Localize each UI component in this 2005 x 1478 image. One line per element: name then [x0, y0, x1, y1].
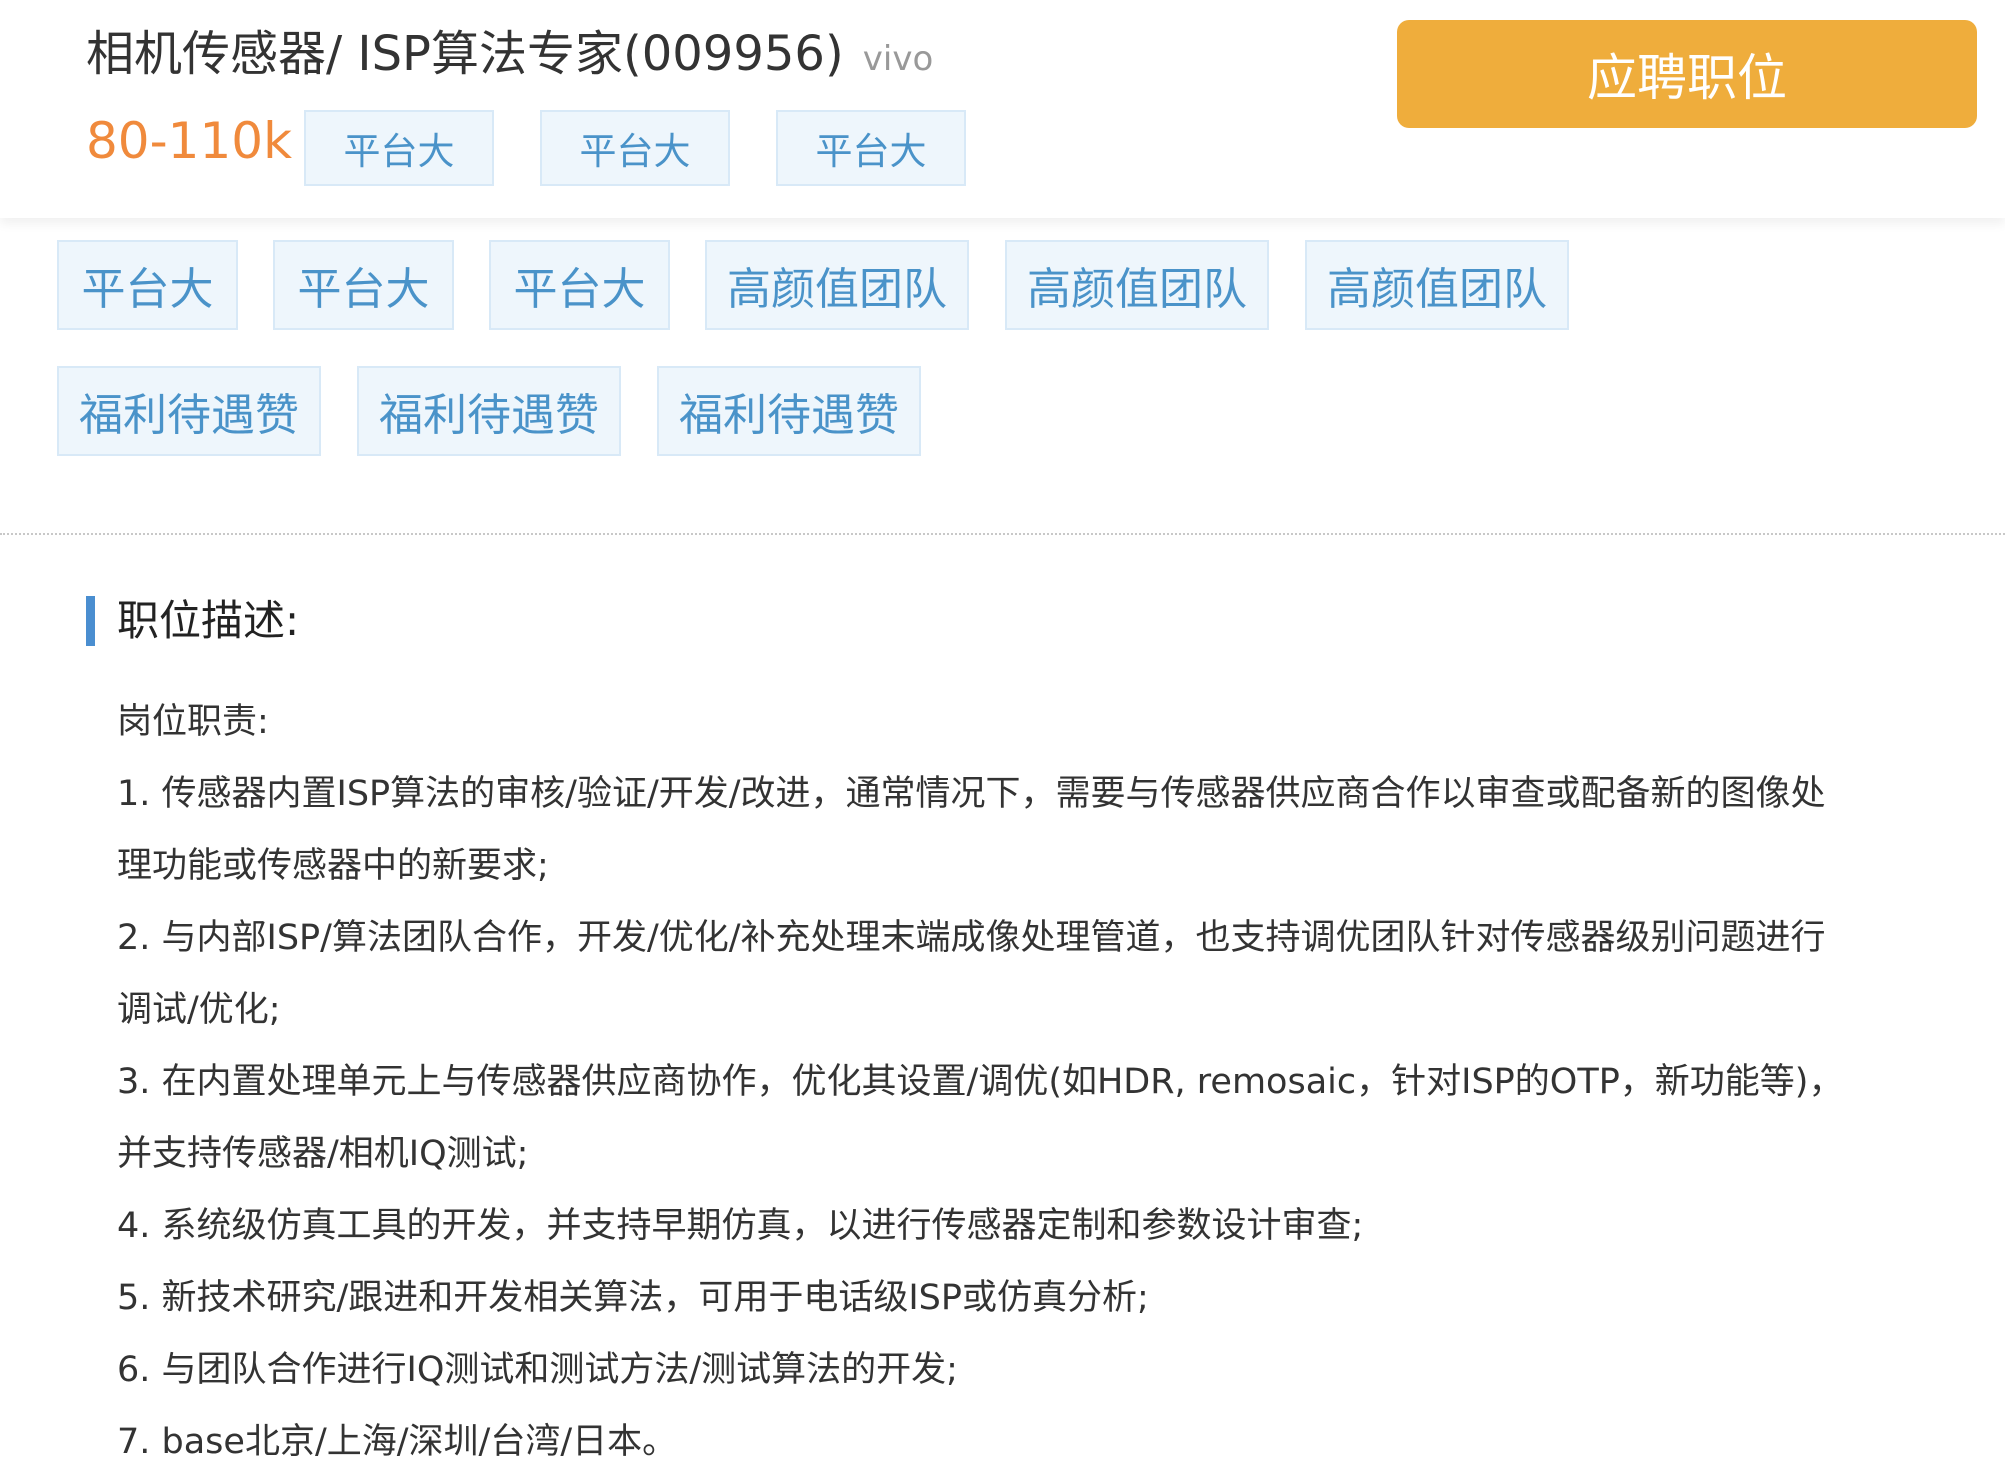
description-line: 岗位职责:: [117, 702, 269, 742]
job-title-row: 相机传感器/ ISP算法专家(009956) vivo: [86, 14, 933, 84]
job-tag: 平台大: [273, 240, 454, 330]
job-title: 相机传感器/ ISP算法专家(009956): [86, 26, 844, 82]
apply-job-button[interactable]: 应聘职位: [1397, 20, 1977, 128]
job-tag: 高颜值团队: [705, 240, 969, 330]
description-line: 4. 系统级仿真工具的开发，并支持早期仿真，以进行传感器定制和参数设计审查;: [117, 1206, 1364, 1246]
description-line: 7. base北京/上海/深圳/台湾/日本。: [117, 1422, 678, 1462]
salary-range: 80-110k: [86, 112, 293, 170]
description-line: 并支持传感器/相机IQ测试;: [117, 1134, 529, 1174]
job-tag: 福利待遇赞: [357, 366, 621, 456]
company-name[interactable]: vivo: [863, 39, 934, 79]
job-tag: 福利待遇赞: [57, 366, 321, 456]
description-line: 2. 与内部ISP/算法团队合作，开发/优化/补充处理末端成像处理管道，也支持调…: [117, 918, 1826, 958]
description-line: 5. 新技术研究/跟进和开发相关算法，可用于电话级ISP或仿真分析;: [117, 1278, 1149, 1318]
section-heading: 职位描述:: [86, 596, 299, 646]
description-line: 1. 传感器内置ISP算法的审核/验证/开发/改进，通常情况下，需要与传感器供应…: [117, 774, 1826, 814]
header-tag: 平台大: [304, 110, 494, 186]
job-header: 相机传感器/ ISP算法专家(009956) vivo 80-110k 平台大 …: [0, 0, 2005, 218]
job-tag: 高颜值团队: [1005, 240, 1269, 330]
description-line: 理功能或传感器中的新要求;: [117, 846, 549, 886]
job-tag: 平台大: [489, 240, 670, 330]
header-tag: 平台大: [540, 110, 730, 186]
section-divider: [0, 533, 2005, 535]
header-tag: 平台大: [776, 110, 966, 186]
job-tag: 平台大: [57, 240, 238, 330]
description-line: 调试/优化;: [117, 990, 281, 1030]
job-tag: 高颜值团队: [1305, 240, 1569, 330]
description-line: 3. 在内置处理单元上与传感器供应商协作，优化其设置/调优(如HDR, remo…: [117, 1062, 1844, 1102]
job-tag: 福利待遇赞: [657, 366, 921, 456]
description-line: 6. 与团队合作进行IQ测试和测试方法/测试算法的开发;: [117, 1350, 958, 1390]
job-description: 岗位职责: 1. 传感器内置ISP算法的审核/验证/开发/改进，通常情况下，需要…: [117, 686, 1897, 1478]
